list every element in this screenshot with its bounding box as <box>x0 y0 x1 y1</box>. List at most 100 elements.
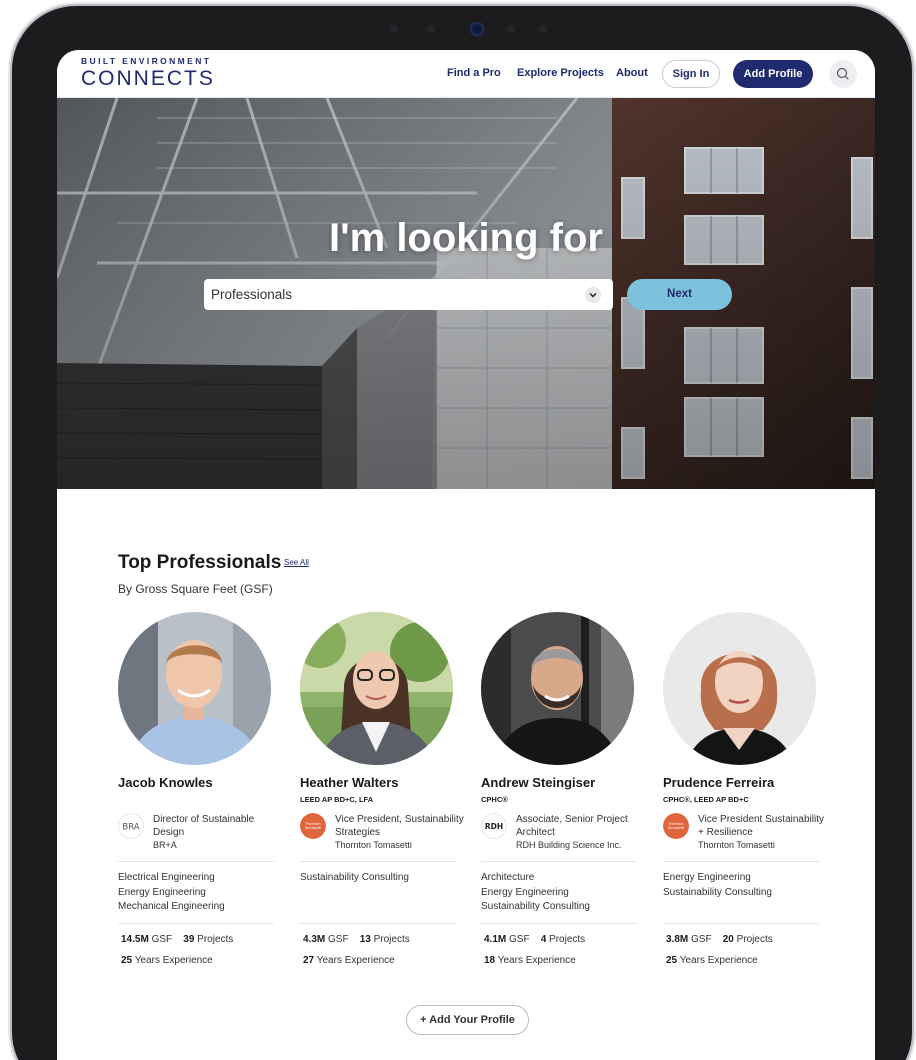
divider <box>300 923 456 924</box>
years-label: Years Experience <box>316 955 395 966</box>
company-name: Thornton Tomasetti <box>335 840 412 850</box>
divider <box>663 861 819 862</box>
sensor-icon <box>507 25 515 33</box>
gsf-unit: GSF <box>328 934 349 945</box>
years-label: Years Experience <box>497 955 576 966</box>
brand-logo[interactable]: BUILT ENVIRONMENT CONNECTS <box>81 56 215 91</box>
avatar[interactable] <box>663 612 816 765</box>
gsf-value: 3.8M <box>666 934 689 945</box>
specialty-item: Energy Engineering <box>118 886 206 898</box>
specialties-list: Energy Engineering Sustainability Consul… <box>663 871 772 900</box>
search-button[interactable] <box>829 60 857 88</box>
svg-text:Tomasetti: Tomasetti <box>667 826 684 830</box>
specialty-item: Electrical Engineering <box>118 872 215 883</box>
divider <box>663 923 819 924</box>
professional-name[interactable]: Heather Walters <box>300 775 399 790</box>
credentials: CPHC® <box>481 795 508 804</box>
add-profile-button[interactable]: Add Profile <box>733 60 813 88</box>
projects-count: 4 <box>540 934 547 945</box>
professional-card[interactable]: Jacob Knowles BRA Director of Sustainabl… <box>118 612 274 966</box>
hero-banner: I'm looking for Professionals Next <box>57 98 875 489</box>
specialties-list: Sustainability Consulting <box>300 871 409 886</box>
logo-main-text: CONNECTS <box>81 67 215 90</box>
company-name: RDH Building Science Inc. <box>516 840 622 850</box>
see-all-link[interactable]: See All <box>284 558 309 567</box>
gsf-unit: GSF <box>151 934 173 945</box>
projects-label: Projects <box>197 934 234 945</box>
experience-row: 27 Years Experience <box>303 955 395 966</box>
years-value: 27 <box>303 955 315 966</box>
professional-card[interactable]: Heather Walters LEED AP BD+C, LFA Thornt… <box>300 612 464 966</box>
gsf-value: 4.3M <box>303 934 326 945</box>
add-your-profile-button[interactable]: + Add Your Profile <box>406 1005 529 1035</box>
years-value: 18 <box>484 955 496 966</box>
professional-name[interactable]: Prudence Ferreira <box>663 775 774 790</box>
divider <box>118 923 274 924</box>
projects-label: Projects <box>373 934 410 945</box>
years-value: 25 <box>666 955 678 966</box>
years-label: Years Experience <box>679 955 758 966</box>
experience-row: 25 Years Experience <box>121 955 213 966</box>
search-icon <box>836 67 849 80</box>
professional-role: Vice President, Sustainability Strategie… <box>335 814 465 852</box>
company-name: Thornton Tomasetti <box>698 840 775 850</box>
experience-row: 18 Years Experience <box>484 955 576 966</box>
stats-row: 3.8M GSF 20 Projects <box>666 934 773 945</box>
company-name: BR+A <box>153 840 177 850</box>
experience-row: 25 Years Experience <box>666 955 758 966</box>
section-subtitle: By Gross Square Feet (GSF) <box>118 582 273 596</box>
specialties-list: Electrical Engineering Energy Engineerin… <box>118 871 225 915</box>
specialty-item: Energy Engineering <box>663 872 751 883</box>
chevron-down-icon <box>585 287 601 303</box>
looking-for-select[interactable]: Professionals <box>204 279 613 310</box>
divider <box>481 861 637 862</box>
divider <box>481 923 637 924</box>
next-button[interactable]: Next <box>627 279 732 310</box>
divider <box>118 861 274 862</box>
site-header: BUILT ENVIRONMENT CONNECTS Find a Pro Ex… <box>57 50 875 98</box>
professional-role: Director of Sustainable Design BR+A <box>153 814 283 852</box>
sensor-icon <box>390 25 398 33</box>
company-logo: Thornton Tomasetti <box>300 813 326 839</box>
avatar[interactable] <box>300 612 453 765</box>
gsf-value: 4.1M <box>484 934 507 945</box>
company-logo: Thornton Tomasetti <box>663 813 689 839</box>
gsf-unit: GSF <box>509 934 530 945</box>
specialty-item: Energy Engineering <box>481 886 569 898</box>
nav-find-a-pro[interactable]: Find a Pro <box>447 67 501 79</box>
role-title: Vice President Sustainability + Resilien… <box>698 814 824 838</box>
select-value: Professionals <box>211 287 293 302</box>
professional-card[interactable]: Prudence Ferreira CPHC®, LEED AP BD+C Th… <box>663 612 824 966</box>
section-title: Top Professionals <box>118 552 282 573</box>
nav-explore-projects[interactable]: Explore Projects <box>517 67 604 79</box>
svg-text:BRA: BRA <box>122 823 139 833</box>
specialty-item: Mechanical Engineering <box>118 901 225 912</box>
sensor-icon <box>539 25 547 33</box>
professional-name[interactable]: Andrew Steingiser <box>481 775 595 790</box>
projects-label: Projects <box>549 934 586 945</box>
logo-top-text: BUILT ENVIRONMENT <box>81 56 212 66</box>
svg-text:Tomasetti: Tomasetti <box>304 826 321 830</box>
projects-count: 20 <box>722 934 734 945</box>
sign-in-button[interactable]: Sign In <box>662 60 720 88</box>
avatar[interactable] <box>481 612 634 765</box>
specialty-item: Sustainability Consulting <box>663 886 772 898</box>
svg-text:RDH: RDH <box>485 822 503 831</box>
professional-role: Associate, Senior Project Architect RDH … <box>516 814 646 852</box>
role-title: Director of Sustainable Design <box>153 814 255 838</box>
camera-icon <box>470 22 484 36</box>
credentials: CPHC®, LEED AP BD+C <box>663 795 749 804</box>
nav-about[interactable]: About <box>616 67 648 79</box>
professional-card[interactable]: Andrew Steingiser CPHC® RDH Associate, S… <box>481 612 637 966</box>
avatar[interactable] <box>118 612 271 765</box>
stats-row: 4.3M GSF 13 Projects <box>303 934 410 945</box>
specialty-item: Sustainability Consulting <box>300 872 409 883</box>
years-label: Years Experience <box>134 955 213 966</box>
years-value: 25 <box>121 955 133 966</box>
specialty-item: Sustainability Consulting <box>481 901 590 912</box>
hero-title: I'm looking for <box>329 216 603 260</box>
gsf-value: 14.5M <box>121 934 149 945</box>
stats-row: 4.1M GSF 4 Projects <box>484 934 585 945</box>
professional-name[interactable]: Jacob Knowles <box>118 775 213 790</box>
specialties-list: Architecture Energy Engineering Sustaina… <box>481 871 590 915</box>
